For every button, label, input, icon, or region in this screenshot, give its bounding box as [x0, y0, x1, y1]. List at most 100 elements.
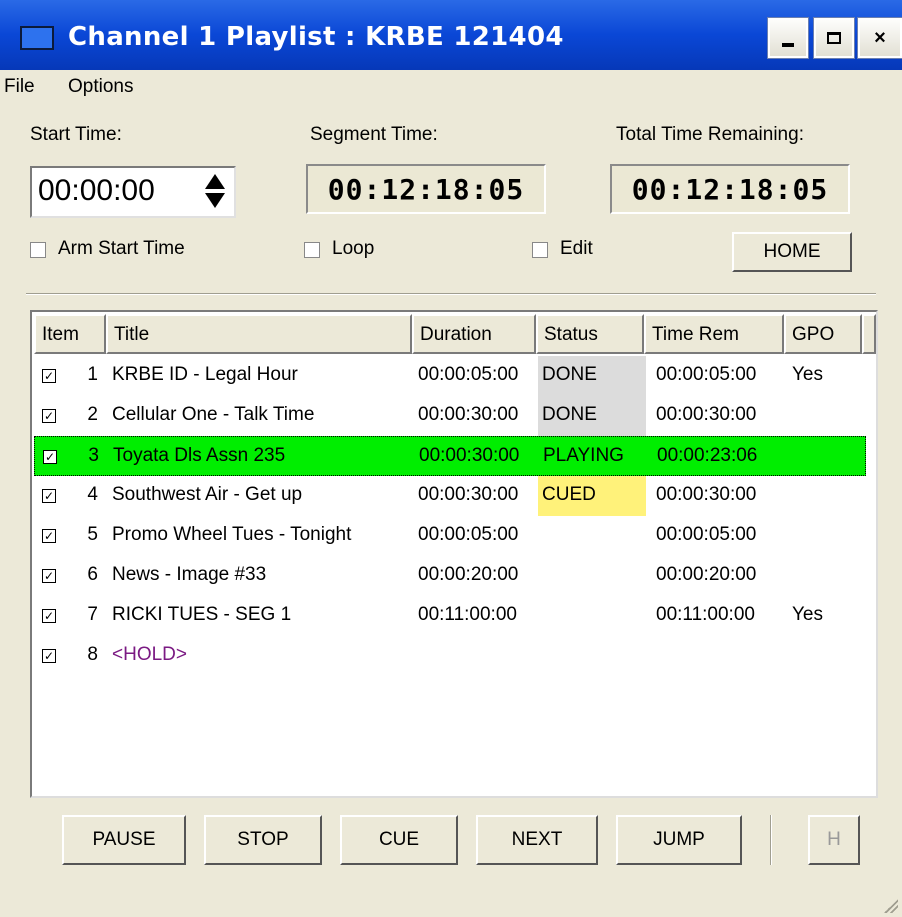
cell-status: DONE	[538, 356, 646, 396]
menu-file[interactable]: File	[4, 76, 35, 98]
cell-gpo	[792, 516, 862, 556]
cell-duration: 00:00:20:00	[418, 564, 519, 585]
cell-gpo: Yes	[792, 364, 823, 385]
spin-down-icon[interactable]	[205, 193, 225, 208]
cell-item: 8	[87, 644, 98, 665]
segment-time-display: 00:12:18:05	[306, 164, 546, 214]
cell-item: 3	[88, 445, 99, 466]
button-separator	[770, 815, 772, 865]
col-item[interactable]: Item	[34, 314, 106, 354]
table-row[interactable]: ✓ 3 Toyata Dls Assn 235 00:00:30:00 PLAYING 0…	[34, 436, 866, 476]
cell-time-rem: 00:00:30:00	[656, 404, 757, 425]
cell-title: Cellular One - Talk Time	[112, 404, 315, 425]
col-title[interactable]: Title	[106, 314, 412, 354]
cell-status	[538, 636, 646, 676]
menu-bar: File Options	[0, 70, 902, 104]
cell-item: 2	[87, 404, 98, 425]
checkbox-checked-icon[interactable]: ✓	[42, 649, 56, 663]
menu-options[interactable]: Options	[68, 76, 133, 98]
checkbox-checked-icon[interactable]: ✓	[42, 409, 56, 423]
cell-title: <HOLD>	[112, 644, 187, 665]
cell-gpo: Yes	[792, 604, 823, 625]
minimize-button[interactable]	[767, 17, 809, 59]
playlist-window: Channel 1 Playlist : KRBE 121404 × File …	[0, 0, 902, 917]
cell-duration	[418, 636, 538, 676]
cue-button[interactable]: CUE	[340, 815, 458, 865]
cell-time-rem: 00:11:00:00	[656, 604, 755, 625]
edit-checkbox[interactable]	[532, 242, 548, 258]
checkbox-checked-icon[interactable]: ✓	[42, 569, 56, 583]
cell-duration: 00:00:30:00	[419, 445, 520, 466]
cell-status: PLAYING	[543, 445, 624, 466]
cell-gpo	[792, 556, 862, 596]
next-button[interactable]: NEXT	[476, 815, 598, 865]
table-header: Item Title Duration Status Time Rem GPO	[34, 314, 876, 354]
spin-up-icon[interactable]	[205, 174, 225, 189]
resize-grip-icon[interactable]	[884, 899, 898, 913]
arm-start-time-label: Arm Start Time	[58, 238, 185, 259]
col-gpo[interactable]: GPO	[784, 314, 862, 354]
table-row[interactable]: ✓ 5 Promo Wheel Tues - Tonight 00:00:05:00 0…	[34, 516, 866, 556]
pause-button[interactable]: PAUSE	[62, 815, 186, 865]
cell-title: Southwest Air - Get up	[112, 484, 303, 505]
cell-status: DONE	[538, 396, 646, 436]
table-row[interactable]: ✓ 4 Southwest Air - Get up 00:00:30:00 CUED 0…	[34, 476, 866, 516]
cell-gpo	[792, 396, 862, 436]
title-bar[interactable]: Channel 1 Playlist : KRBE 121404 ×	[0, 0, 902, 70]
playlist-table[interactable]: Item Title Duration Status Time Rem GPO …	[30, 310, 878, 798]
cell-item: 7	[87, 604, 98, 625]
minimize-icon	[782, 43, 794, 47]
checkbox-checked-icon[interactable]: ✓	[42, 489, 56, 503]
table-row[interactable]: ✓ 2 Cellular One - Talk Time 00:00:30:00 DON…	[34, 396, 866, 436]
col-status[interactable]: Status	[536, 314, 644, 354]
col-time-rem[interactable]: Time Rem	[644, 314, 784, 354]
cell-gpo	[792, 476, 862, 516]
checkbox-checked-icon[interactable]: ✓	[43, 450, 57, 464]
cell-gpo	[792, 636, 862, 676]
total-time-remaining-label: Total Time Remaining:	[616, 124, 804, 145]
start-time-label: Start Time:	[30, 124, 122, 145]
cell-title: RICKI TUES - SEG 1	[112, 604, 292, 625]
h-button[interactable]: H	[808, 815, 860, 865]
jump-button[interactable]: JUMP	[616, 815, 742, 865]
col-duration[interactable]: Duration	[412, 314, 536, 354]
cell-item: 4	[87, 484, 98, 505]
stop-button[interactable]: STOP	[204, 815, 322, 865]
cell-time-rem: 00:00:20:00	[656, 564, 757, 585]
loop-checkbox[interactable]	[304, 242, 320, 258]
checkbox-checked-icon[interactable]: ✓	[42, 609, 56, 623]
cell-time-rem: 00:00:05:00	[656, 524, 757, 545]
home-button[interactable]: HOME	[732, 232, 852, 272]
cell-status	[538, 516, 646, 556]
cell-item: 5	[87, 524, 98, 545]
table-row[interactable]: ✓ 8 <HOLD>	[34, 636, 866, 676]
close-button[interactable]: ×	[857, 17, 902, 59]
cell-status: CUED	[538, 476, 646, 516]
divider	[26, 293, 876, 295]
cell-item: 1	[87, 364, 98, 385]
checkbox-checked-icon[interactable]: ✓	[42, 529, 56, 543]
cell-duration: 00:00:05:00	[418, 524, 519, 545]
table-row[interactable]: ✓ 6 News - Image #33 00:00:20:00 00:00:20:00	[34, 556, 866, 596]
cell-title: Toyata Dls Assn 235	[113, 445, 286, 466]
cell-title: Promo Wheel Tues - Tonight	[112, 524, 352, 545]
cell-time-rem: 00:00:30:00	[656, 484, 757, 505]
cell-gpo	[793, 437, 863, 477]
edit-label: Edit	[560, 238, 593, 259]
maximize-icon	[827, 32, 841, 44]
cell-status	[538, 556, 646, 596]
table-row[interactable]: ✓ 1 KRBE ID - Legal Hour 00:00:05:00 DONE 00:…	[34, 356, 866, 396]
arm-start-time-checkbox[interactable]	[30, 242, 46, 258]
window-title: Channel 1 Playlist : KRBE 121404	[68, 22, 564, 52]
col-filler	[862, 314, 876, 354]
table-row[interactable]: ✓ 7 RICKI TUES - SEG 1 00:11:00:00 00:11:00:…	[34, 596, 866, 636]
cell-time-rem: 00:00:05:00	[656, 364, 757, 385]
cell-duration: 00:00:30:00	[418, 404, 519, 425]
maximize-button[interactable]	[813, 17, 855, 59]
cell-duration: 00:00:05:00	[418, 364, 519, 385]
checkbox-checked-icon[interactable]: ✓	[42, 369, 56, 383]
loop-label: Loop	[332, 238, 375, 259]
cell-time-rem	[656, 636, 780, 676]
window-icon	[20, 26, 54, 50]
spinner-arrows-icon[interactable]	[198, 170, 232, 214]
